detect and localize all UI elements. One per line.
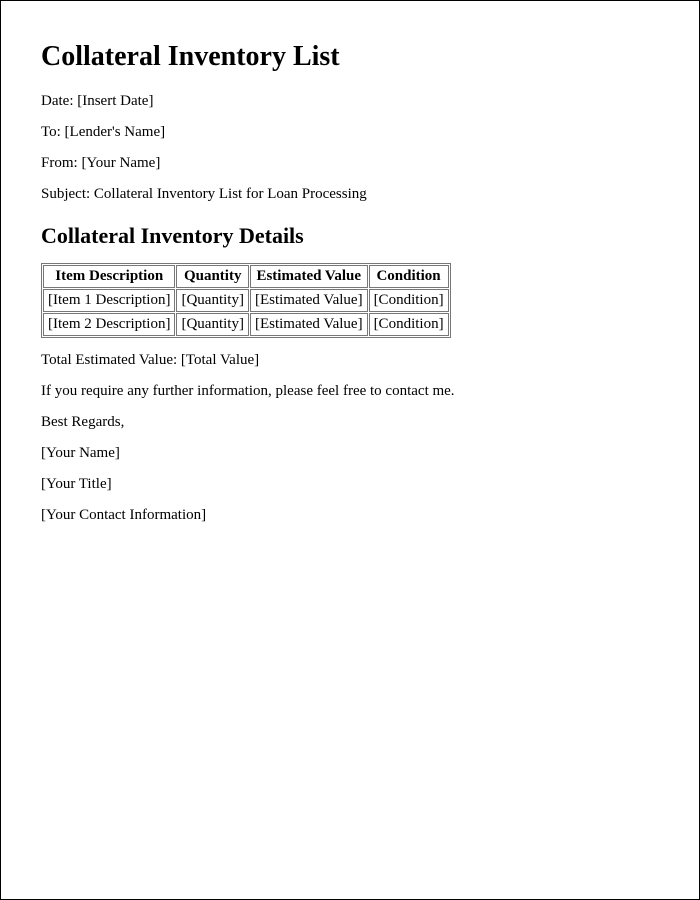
cell-value: [Estimated Value] [250, 289, 368, 312]
subject-line: Subject: Collateral Inventory List for L… [41, 186, 659, 203]
cell-condition: [Condition] [369, 289, 449, 312]
from-line: From: [Your Name] [41, 155, 659, 172]
cell-item: [Item 1 Description] [43, 289, 175, 312]
subject-label: Subject: [41, 186, 90, 202]
to-label: To: [41, 124, 61, 140]
closing-line: If you require any further information, … [41, 383, 659, 400]
cell-quantity: [Quantity] [176, 289, 248, 312]
total-value: [Total Value] [181, 352, 259, 368]
date-value: [Insert Date] [77, 93, 153, 109]
cell-quantity: [Quantity] [176, 313, 248, 336]
to-line: To: [Lender's Name] [41, 124, 659, 141]
total-label: Total Estimated Value: [41, 352, 177, 368]
table-row: [Item 2 Description] [Quantity] [Estimat… [43, 313, 449, 336]
date-label: Date: [41, 93, 73, 109]
table-row: [Item 1 Description] [Quantity] [Estimat… [43, 289, 449, 312]
to-value: [Lender's Name] [65, 124, 166, 140]
total-line: Total Estimated Value: [Total Value] [41, 352, 659, 369]
document-page: Collateral Inventory List Date: [Insert … [0, 0, 700, 900]
col-condition: Condition [369, 265, 449, 288]
date-line: Date: [Insert Date] [41, 93, 659, 110]
cell-item: [Item 2 Description] [43, 313, 175, 336]
col-value: Estimated Value [250, 265, 368, 288]
signature-contact: [Your Contact Information] [41, 507, 659, 524]
cell-value: [Estimated Value] [250, 313, 368, 336]
signature-title: [Your Title] [41, 476, 659, 493]
cell-condition: [Condition] [369, 313, 449, 336]
collateral-table: Item Description Quantity Estimated Valu… [41, 263, 451, 338]
page-title: Collateral Inventory List [41, 41, 659, 73]
table-header-row: Item Description Quantity Estimated Valu… [43, 265, 449, 288]
subject-value: Collateral Inventory List for Loan Proce… [94, 186, 367, 202]
signoff: Best Regards, [41, 414, 659, 431]
col-item: Item Description [43, 265, 175, 288]
signature-name: [Your Name] [41, 445, 659, 462]
from-label: From: [41, 155, 78, 171]
from-value: [Your Name] [81, 155, 160, 171]
section-heading: Collateral Inventory Details [41, 223, 659, 249]
col-quantity: Quantity [176, 265, 248, 288]
